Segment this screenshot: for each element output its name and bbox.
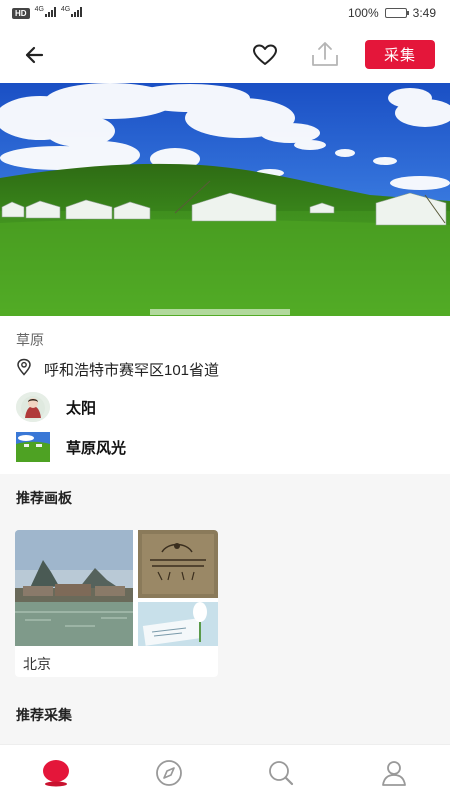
signal-2: 4G [61,6,83,20]
upload-share-icon[interactable] [308,38,342,70]
location-pin-icon [16,358,32,380]
home-dot-icon [43,759,70,786]
top-toolbar: 采集 [0,28,450,80]
signal-bars-icon [44,7,56,17]
recommended-board-card[interactable]: 北京 [15,530,218,677]
bottom-nav [0,744,450,800]
board-cover-side-2 [138,602,218,646]
battery-icon [384,8,409,18]
battery-percent: 100% [347,6,379,20]
avatar [16,392,50,422]
board-thumbnail [16,432,50,462]
back-arrow-icon[interactable] [20,40,50,70]
board-card-label: 北京 [23,656,51,672]
collect-button[interactable]: 采集 [365,40,435,69]
clock: 3:49 [412,6,436,20]
hd-badge: HD [12,7,30,19]
search-icon [269,760,294,785]
status-bar-right: 100% 3:49 [348,6,436,20]
board-row[interactable]: 草原风光 [16,432,126,462]
author-name: 太阳 [66,399,97,417]
nav-discover[interactable] [149,753,189,793]
signal-bars-icon [71,7,83,17]
location-text: 呼和浩特市赛罕区101省道 [44,361,220,379]
recommended-section: 推荐画板 北京 推荐采集 [0,474,450,744]
pin-image[interactable] [0,83,450,316]
status-bar: HD 4G 4G 100% 3:49 [0,0,450,26]
board-cover-main [15,530,133,646]
board-cover-side-1 [138,530,218,598]
nav-profile[interactable] [374,753,414,793]
heart-icon[interactable] [250,40,280,70]
signal-1: 4G [35,6,56,20]
profile-icon [381,760,406,786]
pin-title: 草原 [16,332,44,348]
discover-compass-icon [155,759,182,786]
status-bar-left: HD 4G 4G [12,6,83,20]
nav-home[interactable] [36,753,76,793]
author-row[interactable]: 太阳 [16,392,96,422]
grassland-photo [0,83,450,316]
nav-search[interactable] [261,753,301,793]
location-row[interactable]: 呼和浩特市赛罕区101省道 [16,358,219,380]
board-name: 草原风光 [66,439,127,457]
recommended-boards-title: 推荐画板 [16,490,72,506]
recommended-collections-title: 推荐采集 [16,707,72,723]
